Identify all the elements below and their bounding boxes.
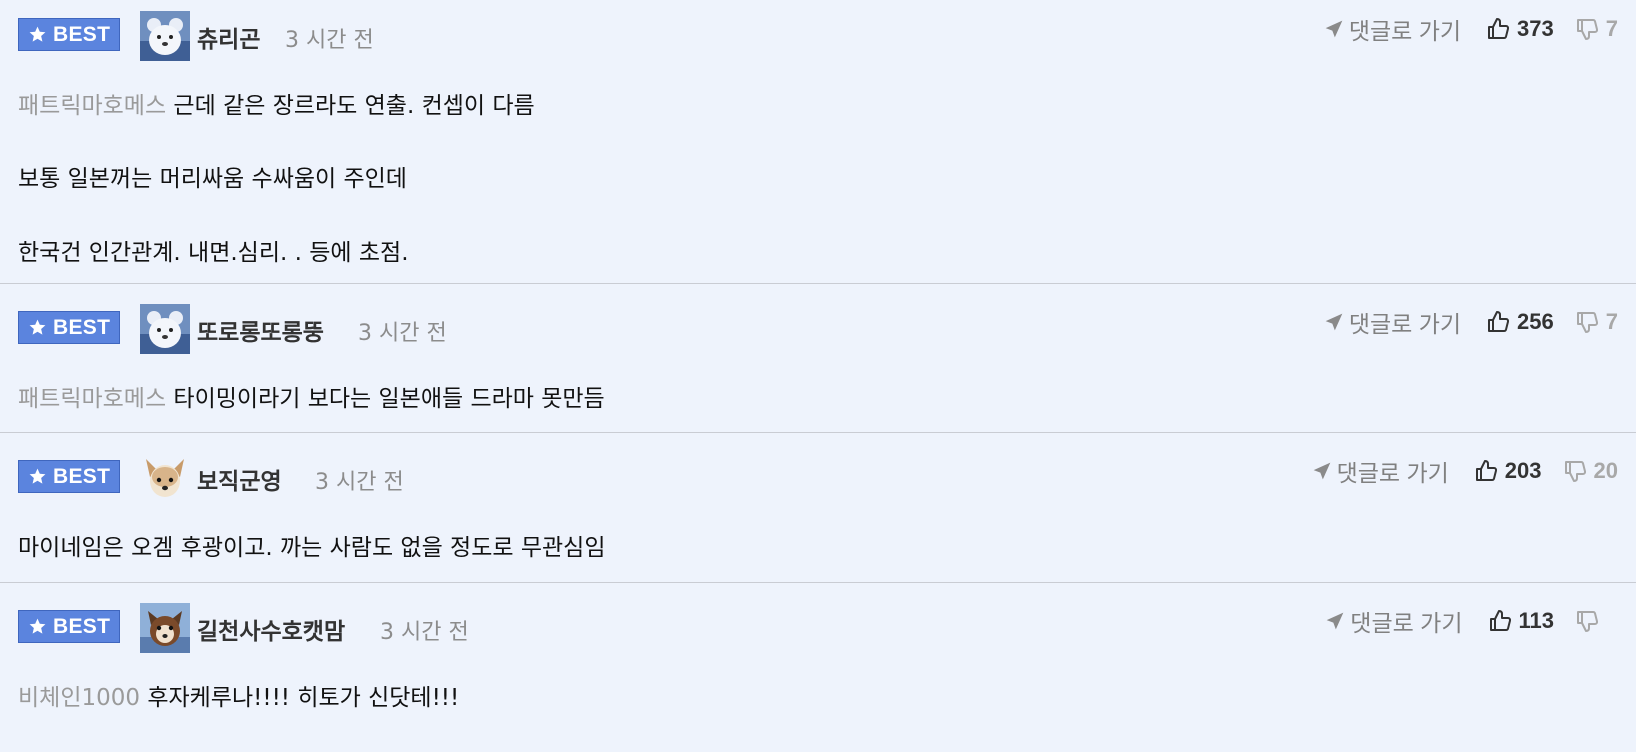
- comment-text: 보통 일본꺼는 머리싸움 수싸움이 주인데: [18, 166, 407, 192]
- mention[interactable]: 패트릭마호메스: [18, 386, 166, 412]
- username[interactable]: 길천사수호캣맘: [197, 612, 345, 646]
- arrow-icon: [1325, 313, 1343, 331]
- timestamp: 3 시간 전: [358, 321, 447, 346]
- comment-text: 한국건 인간관계. 내면.심리. . 등에 초점.: [18, 240, 409, 266]
- like-count: 203: [1504, 458, 1542, 483]
- thumbs-down-icon: [1564, 461, 1586, 482]
- username[interactable]: 보직군영: [197, 462, 282, 496]
- thumbs-up-icon: [1489, 610, 1511, 631]
- thumbs-up-icon: [1488, 18, 1510, 39]
- mention[interactable]: 패트릭마호메스: [18, 93, 166, 119]
- comment-list: BEST 츄리곤 3 시간 전 댓글로 가기 373 7 패트릭마호메스 근데 …: [0, 0, 1636, 752]
- like-button[interactable]: 113: [1489, 608, 1555, 634]
- comment-actions: 댓글로 가기 203 20: [1312, 454, 1618, 488]
- timestamp: 3 시간 전: [315, 470, 404, 495]
- like-count: 373: [1517, 16, 1554, 41]
- thumbs-up-icon: [1475, 460, 1497, 481]
- thumbs-up-icon: [1488, 311, 1510, 332]
- cat-avatar-icon[interactable]: [140, 603, 190, 653]
- star-icon: [29, 618, 46, 634]
- arrow-icon: [1325, 20, 1343, 38]
- thumbs-down-icon: [1576, 312, 1598, 333]
- like-button[interactable]: 203: [1475, 458, 1542, 484]
- dislike-button[interactable]: 7: [1576, 309, 1618, 335]
- best-badge: BEST: [18, 311, 120, 344]
- star-icon: [29, 468, 46, 484]
- comment-line: 패트릭마호메스 근데 같은 장르라도 연출. 컨셉이 다름: [18, 86, 535, 120]
- star-icon: [29, 319, 46, 335]
- star-icon: [29, 26, 46, 42]
- comment-text: 타이밍이라기 보다는 일본애들 드라마 못만듬: [166, 386, 605, 412]
- like-button[interactable]: 373: [1487, 16, 1554, 42]
- reply-link-label: 댓글로 가기: [1350, 610, 1463, 636]
- best-badge: BEST: [18, 610, 120, 643]
- comment-actions: 댓글로 가기 256 7: [1324, 305, 1618, 339]
- thumbs-down-icon: [1577, 611, 1599, 632]
- dislike-count: 7: [1605, 16, 1618, 41]
- comment-line: 비체인1000 후자케루나!!!! 히토가 신닷테!!!: [18, 678, 459, 712]
- reply-link[interactable]: 댓글로 가기: [1324, 305, 1461, 339]
- comment-item: BEST 또로롱또롱뚱 3 시간 전 댓글로 가기 256 7 패트릭마호메스 …: [0, 284, 1636, 433]
- dislike-button[interactable]: 7: [1576, 16, 1618, 42]
- best-badge: BEST: [18, 18, 120, 51]
- best-badge-label: BEST: [53, 614, 111, 638]
- reply-link-label: 댓글로 가기: [1336, 460, 1449, 486]
- dislike-button[interactable]: 20: [1564, 458, 1618, 484]
- reply-link-label: 댓글로 가기: [1348, 18, 1462, 44]
- best-badge-label: BEST: [53, 22, 111, 46]
- best-badge: BEST: [18, 460, 120, 493]
- comment-line: 패트릭마호메스 타이밍이라기 보다는 일본애들 드라마 못만듬: [18, 379, 605, 413]
- timestamp: 3 시간 전: [285, 28, 374, 53]
- dislike-button[interactable]: [1576, 609, 1618, 633]
- best-badge-label: BEST: [53, 464, 111, 488]
- comment-item: BEST 츄리곤 3 시간 전 댓글로 가기 373 7 패트릭마호메스 근데 …: [0, 0, 1636, 284]
- thumbs-down-icon: [1576, 19, 1598, 40]
- bear-avatar-icon[interactable]: [140, 304, 190, 354]
- comment-actions: 댓글로 가기 113: [1325, 604, 1618, 638]
- username[interactable]: 츄리곤: [197, 20, 260, 54]
- dislike-count: 7: [1605, 309, 1618, 334]
- arrow-icon: [1313, 462, 1330, 480]
- username[interactable]: 또로롱또롱뚱: [197, 313, 324, 347]
- like-count: 113: [1518, 608, 1555, 633]
- mention[interactable]: 비체인1000: [18, 685, 140, 711]
- arrow-icon: [1326, 612, 1344, 630]
- dislike-count: 20: [1593, 458, 1618, 483]
- comment-line: 마이네임은 오겜 후광이고. 까는 사람도 없을 정도로 무관심임: [18, 528, 606, 562]
- reply-link[interactable]: 댓글로 가기: [1324, 12, 1461, 46]
- bear-avatar-icon[interactable]: [140, 11, 190, 61]
- timestamp: 3 시간 전: [380, 620, 469, 645]
- comment-actions: 댓글로 가기 373 7: [1324, 12, 1618, 46]
- reply-link[interactable]: 댓글로 가기: [1312, 454, 1449, 488]
- comment-item: BEST 길천사수호캣맘 3 시간 전 댓글로 가기 113 비체인1000 후…: [0, 583, 1636, 752]
- reply-link[interactable]: 댓글로 가기: [1325, 604, 1463, 638]
- comment-text: 후자케루나!!!! 히토가 신닷테!!!: [140, 685, 460, 711]
- like-count: 256: [1517, 309, 1554, 334]
- best-badge-label: BEST: [53, 315, 111, 339]
- comment-text: 마이네임은 오겜 후광이고. 까는 사람도 없을 정도로 무관심임: [18, 535, 606, 561]
- comment-item: BEST 보직군영 3 시간 전 댓글로 가기 203 20 마이네임은 오겜 …: [0, 433, 1636, 583]
- dog-avatar-icon[interactable]: [140, 453, 190, 503]
- comment-text: 근데 같은 장르라도 연출. 컨셉이 다름: [166, 93, 535, 119]
- like-button[interactable]: 256: [1487, 309, 1554, 335]
- comment-line: 한국건 인간관계. 내면.심리. . 등에 초점.: [18, 233, 409, 267]
- reply-link-label: 댓글로 가기: [1348, 311, 1462, 337]
- comment-line: 보통 일본꺼는 머리싸움 수싸움이 주인데: [18, 159, 407, 193]
